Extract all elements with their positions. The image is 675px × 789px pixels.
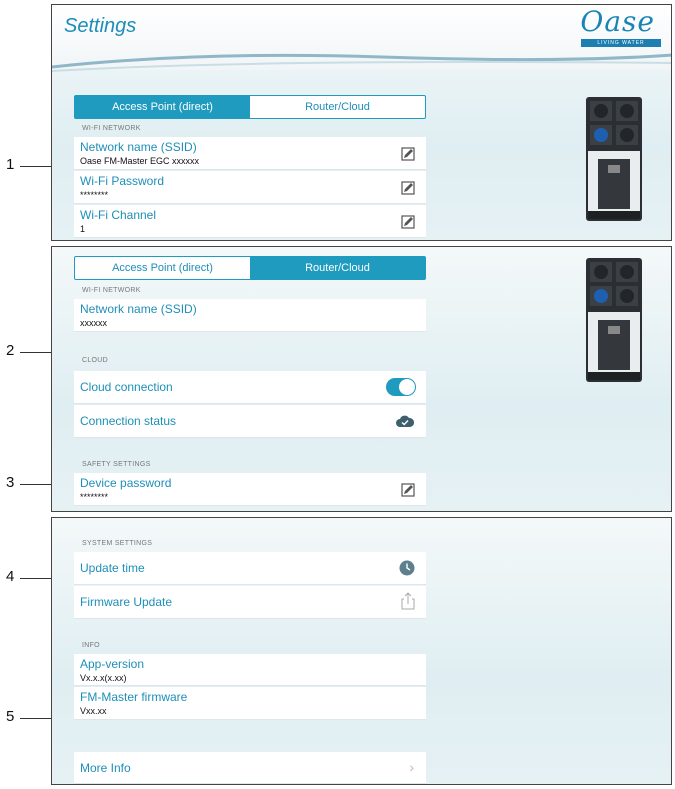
connection-status-label: Connection status (80, 414, 177, 428)
section-system-settings: SYSTEM SETTINGS (82, 540, 153, 547)
cloud-check-icon (396, 415, 414, 427)
callout-1: 1 (6, 156, 15, 173)
wifi-channel-label: Wi-Fi Channel (80, 208, 157, 222)
wifi-password-value: ******** (80, 190, 109, 200)
ssid-value: xxxxxx (80, 318, 107, 328)
fm-master-device-image (586, 97, 642, 221)
ssid-row[interactable]: Network name (SSID) Oase FM-Master EGC x… (74, 137, 426, 170)
settings-screen-router-cloud: Access Point (direct) Router/Cloud WI-FI… (51, 246, 672, 512)
chevron-right-icon: › (409, 759, 414, 775)
section-info: INFO (82, 642, 100, 649)
update-time-label: Update time (80, 561, 145, 575)
more-info-row[interactable]: More Info › (74, 752, 426, 784)
wifi-password-label: Wi-Fi Password (80, 174, 165, 188)
ssid-row[interactable]: Network name (SSID) xxxxxx (74, 299, 426, 332)
firmware-update-row[interactable]: Firmware Update (74, 586, 426, 619)
app-header: Settings Oase LIVING WATER (52, 5, 671, 72)
device-password-value: ******** (80, 492, 109, 502)
more-info-label: More Info (80, 761, 131, 775)
connection-status-row: Connection status (74, 405, 426, 438)
device-password-label: Device password (80, 476, 172, 490)
section-wifi-network: WI-FI NETWORK (82, 287, 141, 294)
callout-2: 2 (6, 342, 15, 359)
cloud-connection-label: Cloud connection (80, 380, 173, 394)
edit-icon[interactable] (401, 147, 415, 161)
tab-access-point[interactable]: Access Point (direct) (75, 257, 250, 279)
fm-firmware-value: Vxx.xx (80, 706, 107, 716)
edit-icon[interactable] (401, 181, 415, 195)
clock-icon (399, 560, 415, 576)
app-version-label: App-version (80, 657, 145, 671)
update-time-row[interactable]: Update time (74, 552, 426, 585)
connection-mode-segmented: Access Point (direct) Router/Cloud (74, 95, 426, 119)
settings-screen-system-info: SYSTEM SETTINGS Update time Firmware Upd… (51, 517, 672, 785)
section-safety-settings: SAFETY SETTINGS (82, 461, 151, 468)
app-version-row: App-version Vx.x.x(x.xx) (74, 654, 426, 686)
app-version-value: Vx.x.x(x.xx) (80, 673, 127, 683)
wifi-channel-value: 1 (80, 224, 86, 234)
fm-firmware-label: FM-Master firmware (80, 690, 188, 704)
oase-logo: Oase (580, 5, 655, 38)
edit-icon[interactable] (401, 215, 415, 229)
tab-router-cloud[interactable]: Router/Cloud (250, 96, 425, 118)
firmware-update-label: Firmware Update (80, 595, 173, 609)
callout-3: 3 (6, 474, 15, 491)
tab-router-cloud[interactable]: Router/Cloud (250, 257, 425, 279)
header-swoosh (52, 53, 671, 72)
ssid-value: Oase FM-Master EGC xxxxxx (80, 156, 200, 166)
fm-master-firmware-row: FM-Master firmware Vxx.xx (74, 687, 426, 720)
tab-access-point[interactable]: Access Point (direct) (75, 96, 250, 118)
device-password-row[interactable]: Device password ******** (74, 473, 426, 506)
connection-mode-segmented: Access Point (direct) Router/Cloud (74, 256, 426, 280)
fm-master-device-image (586, 258, 642, 382)
ssid-label: Network name (SSID) (80, 140, 197, 154)
cloud-connection-toggle[interactable] (386, 378, 416, 396)
callout-5: 5 (6, 708, 15, 725)
share-upload-icon (401, 592, 415, 610)
section-wifi-network: WI-FI NETWORK (82, 125, 141, 132)
ssid-label: Network name (SSID) (80, 302, 197, 316)
section-cloud: CLOUD (82, 357, 109, 364)
settings-screen-access-point: Settings Oase LIVING WATER Access Point … (51, 4, 672, 241)
wifi-channel-row[interactable]: Wi-Fi Channel 1 (74, 205, 426, 238)
cloud-connection-row: Cloud connection (74, 371, 426, 404)
wifi-password-row[interactable]: Wi-Fi Password ******** (74, 171, 426, 204)
callout-4: 4 (6, 568, 15, 585)
edit-icon[interactable] (401, 483, 415, 497)
page-title: Settings (64, 15, 137, 37)
